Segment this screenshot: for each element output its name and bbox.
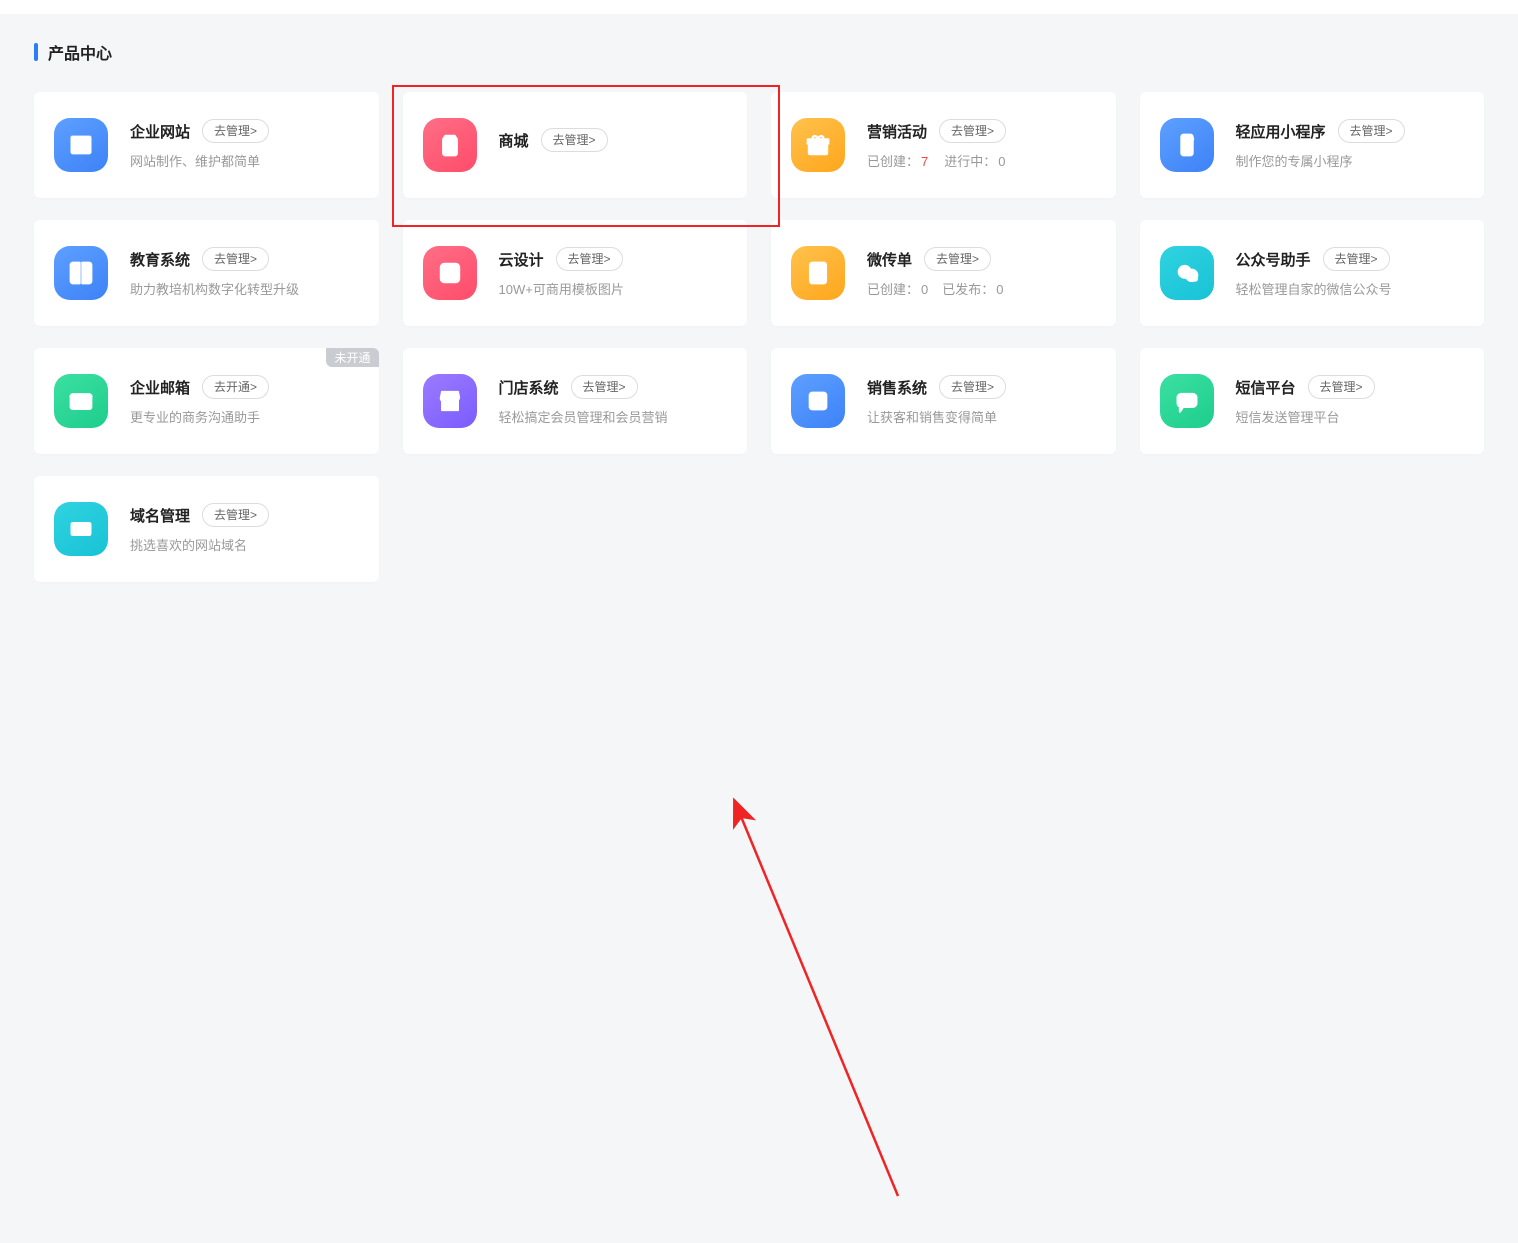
card-body: 企业邮箱去开通> 更专业的商务沟通助手 (130, 375, 359, 427)
window-icon (54, 118, 108, 172)
image-icon (423, 246, 477, 300)
card-subtitle: 轻松搞定会员管理和会员营销 (499, 409, 728, 427)
card-title: 销售系统 (867, 377, 927, 398)
manage-button[interactable]: 去管理> (1338, 119, 1405, 143)
book-icon (54, 246, 108, 300)
product-card-ymgl[interactable]: W. 域名管理去管理> 挑选喜欢的网站域名 (34, 476, 379, 582)
card-body: 门店系统去管理> 轻松搞定会员管理和会员营销 (499, 375, 728, 427)
card-subtitle: 10W+可商用模板图片 (499, 281, 728, 299)
product-card-jyxt[interactable]: 教育系统去管理> 助力教培机构数字化转型升级 (34, 220, 379, 326)
manage-button[interactable]: 去管理> (556, 247, 623, 271)
manage-button[interactable]: 去管理> (202, 247, 269, 271)
card-subtitle: 制作您的专属小程序 (1236, 153, 1465, 171)
card-body: 微传单去管理> 已创建：0已发布：0 (867, 247, 1096, 299)
card-title: 营销活动 (867, 121, 927, 142)
card-subtitle: 更专业的商务沟通助手 (130, 409, 359, 427)
card-body: 营销活动去管理> 已创建：7进行中：0 (867, 119, 1096, 171)
wechat-icon (1160, 246, 1214, 300)
product-card-dxpt[interactable]: 短信平台去管理> 短信发送管理平台 (1140, 348, 1485, 454)
list-icon (791, 374, 845, 428)
card-subtitle: 挑选喜欢的网站域名 (130, 537, 359, 555)
card-title: 企业邮箱 (130, 377, 190, 398)
card-subtitle: 轻松管理自家的微信公众号 (1236, 281, 1465, 299)
svg-text:W.: W. (74, 526, 84, 535)
manage-button[interactable]: 去管理> (202, 119, 269, 143)
product-card-yxhd[interactable]: 营销活动去管理> 已创建：7进行中：0 (771, 92, 1116, 198)
product-card-mdxt[interactable]: 门店系统去管理> 轻松搞定会员管理和会员营销 (403, 348, 748, 454)
card-subtitle: 网站制作、维护都简单 (130, 153, 359, 171)
card-title: 轻应用小程序 (1236, 121, 1326, 142)
card-title: 公众号助手 (1236, 249, 1311, 270)
card-body: 公众号助手去管理> 轻松管理自家的微信公众号 (1236, 247, 1465, 299)
manage-button[interactable]: 去管理> (541, 128, 608, 152)
card-title: 门店系统 (499, 377, 559, 398)
arrow-annotation (0, 582, 1518, 1243)
card-title: 教育系统 (130, 249, 190, 270)
card-title: 短信平台 (1236, 377, 1296, 398)
section-bar-icon (34, 43, 38, 61)
card-body: 云设计去管理> 10W+可商用模板图片 (499, 247, 728, 299)
manage-button[interactable]: 去管理> (939, 375, 1006, 399)
card-body: 轻应用小程序去管理> 制作您的专属小程序 (1236, 119, 1465, 171)
product-card-qyyx[interactable]: 企业邮箱去开通> 更专业的商务沟通助手 未开通 (34, 348, 379, 454)
gift-icon (791, 118, 845, 172)
manage-button[interactable]: 去管理> (1308, 375, 1375, 399)
status-tag: 未开通 (326, 348, 378, 367)
store-icon (423, 374, 477, 428)
bag-icon (423, 118, 477, 172)
msg-icon (1160, 374, 1214, 428)
product-card-qyy[interactable]: 轻应用小程序去管理> 制作您的专属小程序 (1140, 92, 1485, 198)
card-body: 商城去管理> (499, 128, 728, 162)
card-subtitle: 短信发送管理平台 (1236, 409, 1465, 427)
manage-button[interactable]: 去开通> (202, 375, 269, 399)
manage-button[interactable]: 去管理> (924, 247, 991, 271)
manage-button[interactable]: 去管理> (571, 375, 638, 399)
card-body: 销售系统去管理> 让获客和销售变得简单 (867, 375, 1096, 427)
card-title: 域名管理 (130, 505, 190, 526)
card-body: 域名管理去管理> 挑选喜欢的网站域名 (130, 503, 359, 555)
card-body: 短信平台去管理> 短信发送管理平台 (1236, 375, 1465, 427)
card-subtitle: 让获客和销售变得简单 (867, 409, 1096, 427)
product-card-sc[interactable]: 商城去管理> (403, 92, 748, 198)
phone-icon (1160, 118, 1214, 172)
card-title: 微传单 (867, 249, 912, 270)
product-card-wcd[interactable]: 微传单去管理> 已创建：0已发布：0 (771, 220, 1116, 326)
card-title: 商城 (499, 130, 529, 151)
card-body: 企业网站去管理> 网站制作、维护都简单 (130, 119, 359, 171)
product-card-xsxt[interactable]: 销售系统去管理> 让获客和销售变得简单 (771, 348, 1116, 454)
domain-icon: W. (54, 502, 108, 556)
product-card-gzhzs[interactable]: 公众号助手去管理> 轻松管理自家的微信公众号 (1140, 220, 1485, 326)
section-header: 产品中心 (34, 40, 1484, 64)
manage-button[interactable]: 去管理> (939, 119, 1006, 143)
card-title: 企业网站 (130, 121, 190, 142)
card-title: 云设计 (499, 249, 544, 270)
mail-icon (54, 374, 108, 428)
card-body: 教育系统去管理> 助力教培机构数字化转型升级 (130, 247, 359, 299)
card-subtitle: 已创建：0已发布：0 (867, 281, 1096, 299)
poster-icon (791, 246, 845, 300)
section-title: 产品中心 (48, 40, 112, 64)
manage-button[interactable]: 去管理> (1323, 247, 1390, 271)
card-subtitle: 助力教培机构数字化转型升级 (130, 281, 359, 299)
product-card-qywz[interactable]: 企业网站去管理> 网站制作、维护都简单 (34, 92, 379, 198)
card-subtitle: 已创建：7进行中：0 (867, 153, 1096, 171)
product-card-ysj[interactable]: 云设计去管理> 10W+可商用模板图片 (403, 220, 748, 326)
manage-button[interactable]: 去管理> (202, 503, 269, 527)
